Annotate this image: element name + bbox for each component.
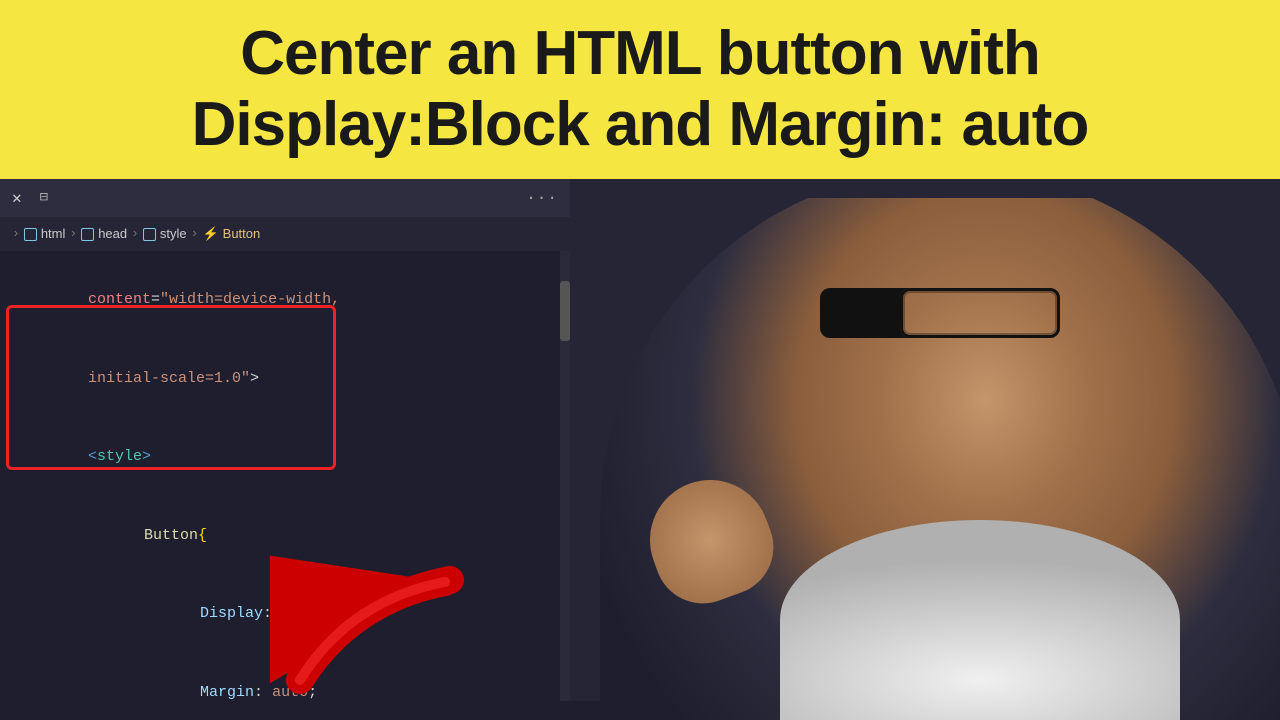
button-bolt-icon: ⚡: [202, 226, 218, 242]
scrollbar-thumb[interactable]: [560, 281, 570, 341]
code-line-2: initial-scale=1.0">: [0, 339, 570, 418]
breadcrumb-button[interactable]: ⚡ Button: [202, 226, 260, 242]
title-banner: Center an HTML button with Display:Block…: [0, 0, 1280, 179]
style-cube-icon: [143, 228, 156, 241]
code-line-1: content="width=device-width,: [0, 261, 570, 340]
red-arrow: [270, 520, 490, 700]
code-line-3: <style>: [0, 418, 570, 497]
title-line1: Center an HTML button with: [240, 19, 1039, 88]
breadcrumb-chevron: ›: [12, 226, 20, 241]
breadcrumb-sep1: ›: [69, 226, 77, 241]
breadcrumb: › html › head › style › ⚡ Button: [0, 217, 570, 251]
breadcrumb-sep2: ›: [131, 226, 139, 241]
title-line2: Display:Block and Margin: auto: [192, 90, 1089, 159]
close-button[interactable]: ✕: [12, 188, 22, 208]
breadcrumb-head[interactable]: head: [81, 226, 127, 241]
right-editor-bg: [570, 179, 1280, 701]
editor-topbar: ✕ ⊟ ···: [0, 179, 570, 217]
editor-scrollbar[interactable]: [560, 251, 570, 701]
head-cube-icon: [81, 228, 94, 241]
editor-more-icon[interactable]: ···: [526, 189, 558, 207]
editor-topbar-left: ✕ ⊟: [12, 188, 48, 208]
breadcrumb-html[interactable]: html: [24, 226, 66, 241]
split-editor-icon[interactable]: ⊟: [40, 189, 48, 206]
main-area: ✕ ⊟ ··· › html › head › style: [0, 179, 1280, 701]
topbar-icons: ⊟: [40, 189, 48, 206]
breadcrumb-sep3: ›: [191, 226, 199, 241]
breadcrumb-style[interactable]: style: [143, 226, 187, 241]
title-text: Center an HTML button with Display:Block…: [40, 18, 1240, 161]
html-cube-icon: [24, 228, 37, 241]
